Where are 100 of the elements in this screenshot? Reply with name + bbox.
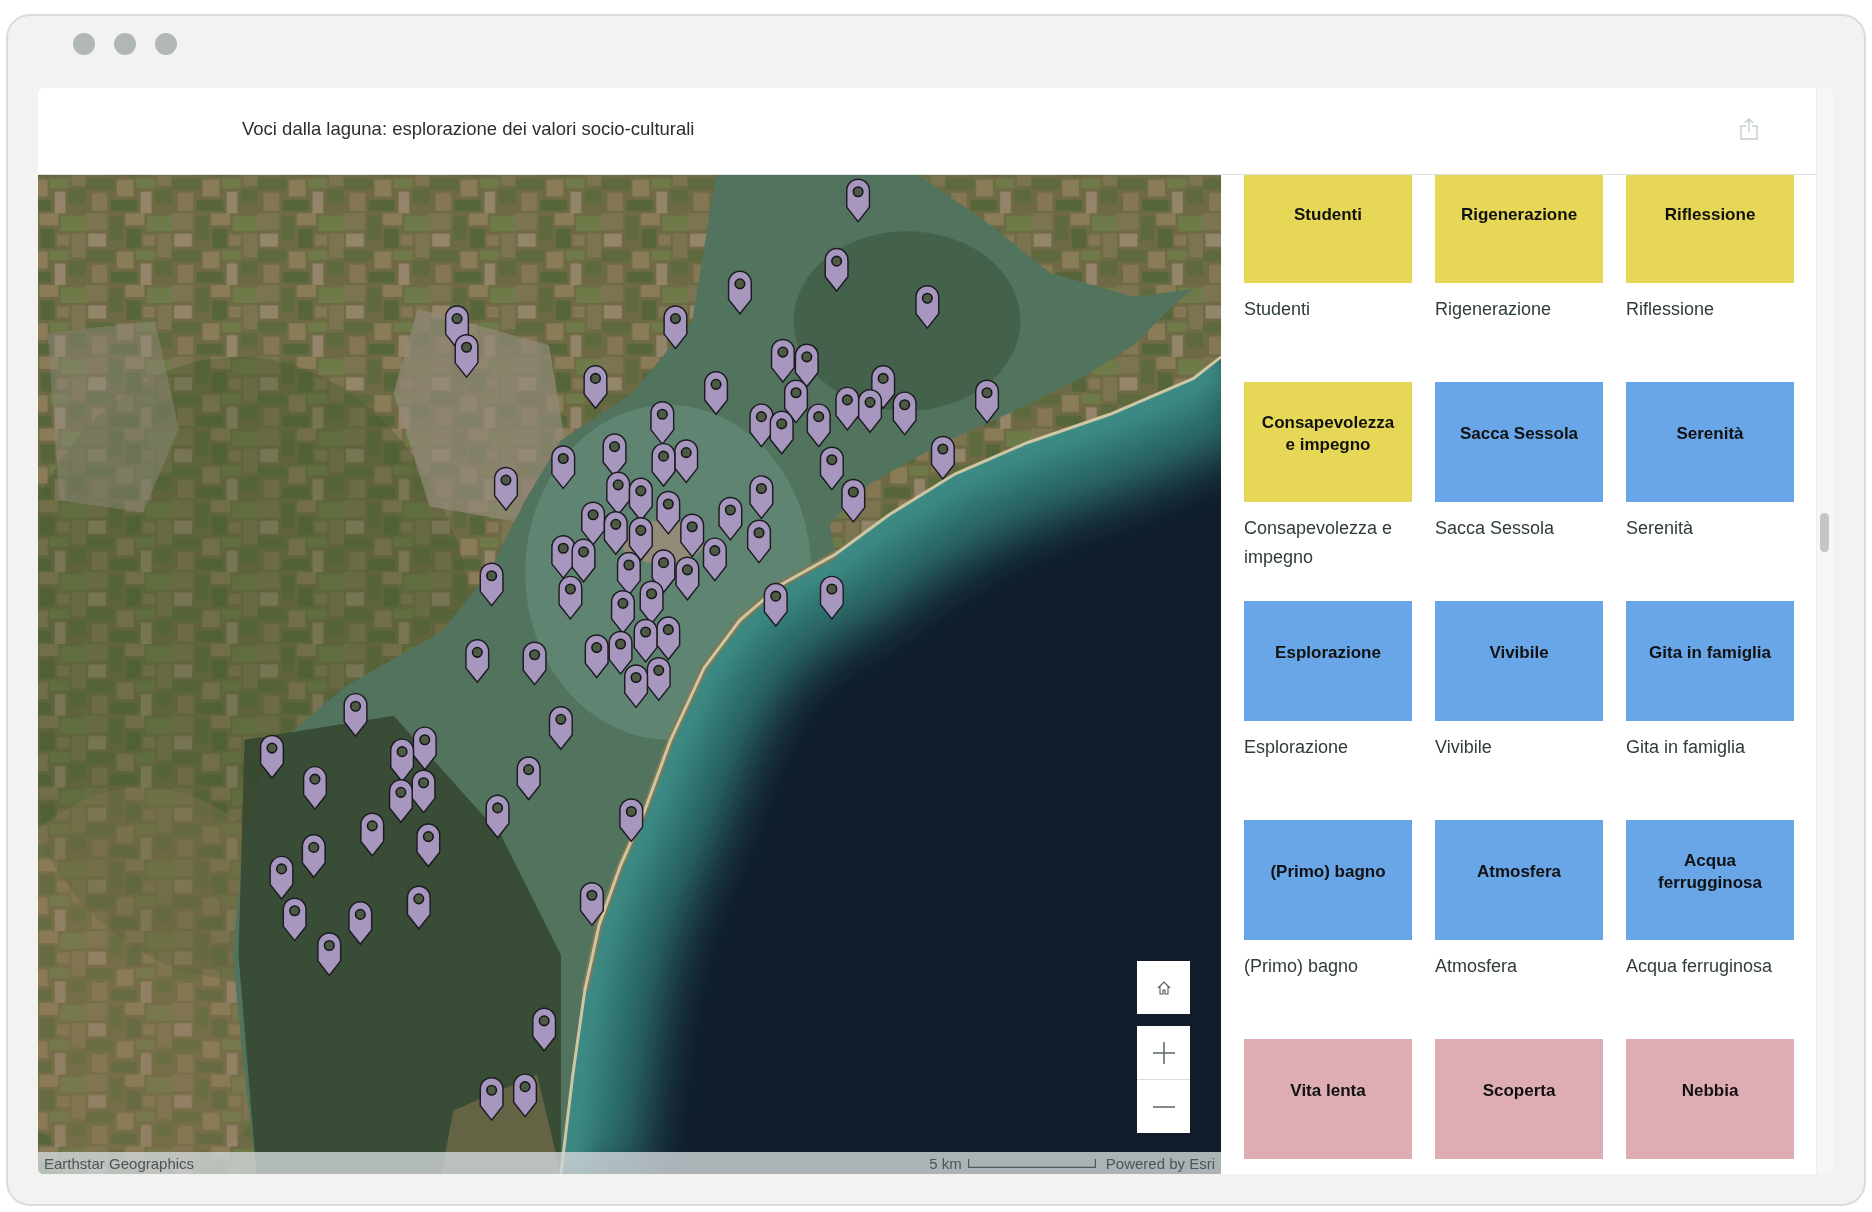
map-pin-icon[interactable] (302, 765, 327, 810)
map-pin-icon[interactable] (465, 639, 490, 683)
theme-tile[interactable]: Studenti (1244, 175, 1412, 283)
tile-caption: Esplorazione (1244, 736, 1350, 759)
map-pin-icon[interactable] (675, 556, 700, 601)
map-pin-icon[interactable] (646, 657, 671, 701)
map-pin-icon[interactable] (558, 575, 583, 620)
map-pin-icon[interactable] (532, 1007, 557, 1052)
map-pin-icon[interactable] (390, 738, 415, 783)
map-pin-icon[interactable] (454, 334, 479, 378)
theme-tile[interactable]: Vivibile (1435, 601, 1603, 721)
theme-tile[interactable]: Serenità (1626, 382, 1794, 502)
map-pin-icon[interactable] (915, 284, 940, 329)
map-pin-icon[interactable] (579, 882, 604, 926)
map-pin-icon[interactable] (674, 439, 699, 484)
theme-tile[interactable]: Vita lenta (1244, 1039, 1412, 1159)
map-pin-icon[interactable] (416, 823, 441, 868)
map-pin-icon[interactable] (388, 779, 413, 823)
map-pin-icon[interactable] (702, 537, 727, 582)
map-pin-icon[interactable] (680, 513, 705, 558)
scale-label: 5 km (929, 1154, 962, 1172)
map-pin-icon[interactable] (835, 386, 860, 431)
map-pin-icon[interactable] (479, 1077, 504, 1121)
map-pin-icon[interactable] (930, 435, 955, 480)
map-pin-icon[interactable] (616, 551, 641, 596)
map-pin-icon[interactable] (485, 794, 510, 839)
map-pin-icon[interactable] (624, 664, 649, 709)
map-pin-icon[interactable] (656, 490, 681, 535)
map-pin-icon[interactable] (841, 478, 866, 523)
map-pin-icon[interactable] (858, 389, 883, 433)
map-pin-icon[interactable] (317, 932, 342, 977)
map-pin-icon[interactable] (749, 475, 774, 520)
map-pin-icon[interactable] (406, 885, 431, 930)
theme-tile[interactable]: Scoperta (1435, 1039, 1603, 1159)
map-pin-icon[interactable] (348, 901, 373, 945)
map-pin-icon[interactable] (628, 517, 653, 561)
map-pin-icon[interactable] (770, 338, 795, 383)
map-pin-icon[interactable] (584, 634, 609, 679)
map-pin-icon[interactable] (892, 391, 917, 436)
theme-tile[interactable]: Consapevolezza e impegno (1244, 382, 1412, 502)
theme-tile[interactable]: Acqua ferrugginosa (1626, 820, 1794, 940)
map-pin-icon[interactable] (571, 538, 596, 583)
map-pin-icon[interactable] (824, 247, 849, 292)
tile-caption: Rigenerazione (1435, 298, 1553, 321)
tile-caption: Sacca Sessola (1435, 517, 1556, 540)
map-pin-icon[interactable] (493, 466, 518, 511)
zoom-in-button[interactable] (1137, 1026, 1190, 1079)
map-pin-icon[interactable] (522, 641, 547, 686)
esri-credit[interactable]: Powered by Esri (1105, 1154, 1215, 1172)
map-pin-icon[interactable] (846, 178, 871, 223)
map-pin-icon[interactable] (763, 582, 788, 627)
map-pin-icon[interactable] (259, 734, 285, 779)
theme-tile[interactable]: Atmosfera (1435, 820, 1603, 940)
map-pin-icon[interactable] (603, 511, 628, 555)
map-pin-icon[interactable] (548, 706, 573, 750)
map-pin-icon[interactable] (727, 270, 752, 315)
map-pin-icon[interactable] (282, 897, 307, 942)
map-pin-icon[interactable] (513, 1073, 538, 1118)
map-pin-icon[interactable] (479, 562, 504, 607)
theme-tile[interactable]: Riflessione (1626, 175, 1794, 283)
map-pin-icon[interactable] (610, 590, 635, 634)
theme-tile[interactable]: Rigenerazione (1435, 175, 1603, 283)
map-pin-icon[interactable] (819, 575, 844, 620)
map-pin-icon[interactable] (794, 343, 819, 388)
theme-tile[interactable]: Sacca Sessola (1435, 382, 1603, 502)
map-pin-icon[interactable] (651, 442, 676, 487)
tile-caption: (Primo) bagno (1244, 955, 1360, 978)
map-pin-icon[interactable] (650, 401, 675, 445)
map-pin-icon[interactable] (974, 379, 1000, 424)
theme-tile[interactable]: Gita in famiglia (1626, 601, 1794, 721)
imagery-credit: Earthstar Geographics (44, 1154, 195, 1172)
map-pin-icon[interactable] (411, 769, 436, 814)
theme-tile[interactable]: Esplorazione (1244, 601, 1412, 721)
scrollbar-thumb[interactable] (1820, 513, 1829, 552)
map-pin-icon[interactable] (583, 365, 608, 409)
minus-icon (1152, 1105, 1175, 1108)
theme-tile[interactable]: (Primo) bagno (1244, 820, 1412, 940)
map-pin-icon[interactable] (360, 812, 385, 857)
map-pin-icon[interactable] (619, 798, 644, 843)
tile-caption: Gita in famiglia (1626, 736, 1747, 759)
tile-caption: Consapevolezza e impegno (1244, 517, 1394, 569)
tile-caption: Studenti (1244, 298, 1312, 321)
map-pin-icon[interactable] (633, 618, 658, 663)
map-pin-icon[interactable] (269, 855, 294, 900)
theme-tile[interactable]: Nebbia (1626, 1039, 1794, 1159)
tile-caption: Riflessione (1626, 298, 1716, 321)
map-pin-icon[interactable] (769, 410, 794, 455)
map-pin-icon[interactable] (343, 692, 368, 737)
map-pin-icon[interactable] (704, 371, 729, 415)
map-pin-icon[interactable] (718, 496, 743, 541)
map-pin-icon[interactable] (301, 834, 326, 878)
map-pin-icon[interactable] (516, 756, 541, 801)
map-pin-icon[interactable] (806, 403, 831, 448)
plus-icon (1152, 1041, 1175, 1064)
map-pin-icon[interactable] (819, 446, 844, 491)
map-pin-icon[interactable] (412, 726, 437, 771)
map-pin-icon[interactable] (551, 445, 576, 490)
map-pin-icon[interactable] (746, 519, 772, 564)
map-pin-icon[interactable] (663, 305, 688, 350)
story-title: Voci dalla laguna: esplorazione dei valori socio-culturali (242, 118, 695, 140)
